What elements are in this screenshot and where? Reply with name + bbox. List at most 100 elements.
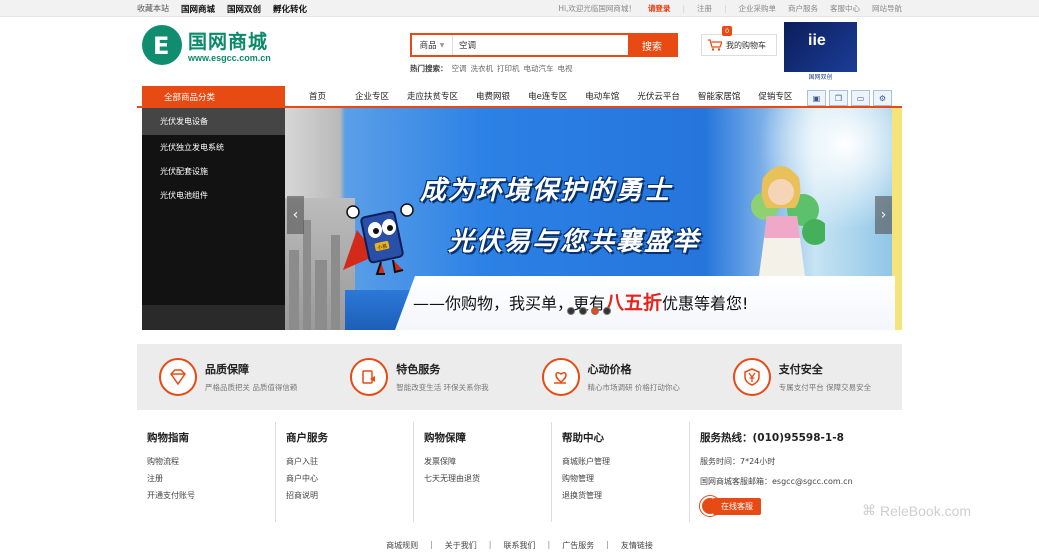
brand-caption: 国网双创	[784, 72, 857, 82]
mascot-image: 小易	[343, 203, 414, 275]
bottom-link[interactable]: 商城规则	[386, 540, 418, 551]
divider: |	[606, 540, 609, 549]
service-title: 品质保障	[205, 363, 249, 376]
footer-link[interactable]: 商户入驻	[286, 456, 413, 467]
banner-dot[interactable]	[579, 307, 587, 315]
footer-link[interactable]: 招商说明	[286, 490, 413, 501]
banner-headline-1: 成为环境保护的勇士	[420, 176, 673, 206]
hot-term[interactable]: 空调	[452, 63, 467, 74]
service-icon	[350, 358, 389, 396]
service-email: 国网商城客服邮箱：esgcc@sgcc.com.cn	[700, 477, 853, 486]
sidebar-item-pv-modules[interactable]: 光伏电池组件	[142, 183, 285, 207]
bottom-link[interactable]: 关于我们	[445, 540, 477, 551]
footer-link[interactable]: 注册	[147, 473, 275, 484]
heart-hand-icon	[541, 358, 580, 396]
promo-discount: 八五折	[605, 292, 663, 314]
footer-columns: 购物指南 购物流程 注册 开通支付账号 商户服务 商户入驻 商户中心 招商说明 …	[137, 422, 902, 522]
service-strip: 品质保障 严格品质把关 品质值得信赖 特色服务 智能改变生活 环保关系你我 心动…	[137, 344, 902, 410]
girl-with-balloons-image	[751, 166, 825, 276]
nav-item-enterprise[interactable]: 企业专区	[346, 90, 398, 102]
bottom-link[interactable]: 联系我们	[504, 540, 536, 551]
nav-item-smart-home[interactable]: 智能家居馆	[689, 90, 750, 102]
footer-link[interactable]: 退换货管理	[562, 490, 689, 501]
footer-link[interactable]: 商户中心	[286, 473, 413, 484]
top-bar-left: 收藏本站 国网商城 国网双创 孵化转化	[137, 3, 307, 15]
service-time: 服务时间：7*24小时	[700, 457, 776, 466]
hot-term[interactable]: 打印机	[497, 63, 520, 74]
banner-pagination	[567, 307, 611, 315]
cart-label: 我的购物车	[726, 40, 766, 50]
service-title: 心动价格	[587, 363, 632, 376]
search-category-select[interactable]: 商品 ▼	[412, 35, 453, 55]
banner-dot[interactable]	[567, 307, 575, 315]
main-nav: 全部商品分类 首页 企业专区 走应扶贫专区 电费网银 电e连专区 电动车馆 光伏…	[137, 86, 902, 108]
site-logo[interactable]: E 国网商城 www.esgcc.com.cn	[142, 25, 282, 67]
search-button[interactable]: 搜索	[628, 35, 676, 55]
register-link[interactable]: 注册	[697, 3, 712, 14]
sgcc-innovation-link[interactable]: 国网双创	[227, 3, 261, 15]
sidebar-item-pv-equipment[interactable]: 光伏发电设备	[142, 108, 285, 135]
service-desc: 精心市场调研 价格打动你心	[587, 383, 680, 392]
search-input[interactable]	[453, 35, 628, 55]
purchase-order-link[interactable]: 企业采购单	[739, 3, 777, 14]
nav-item-elink[interactable]: 电e连专区	[519, 90, 576, 102]
banner-dot[interactable]	[591, 307, 599, 315]
hot-term[interactable]: 洗衣机	[471, 63, 494, 74]
service-payment[interactable]: 支付安全 专属支付平台 保障交易安全	[711, 344, 902, 410]
hotline-title: 服务热线：(010)95598-1-8	[700, 432, 844, 444]
diamond-icon	[159, 358, 197, 396]
sidebar-item-pv-standalone[interactable]: 光伏独立发电系统	[142, 135, 285, 159]
divider: |	[488, 540, 492, 549]
screen-icon[interactable]: ▭	[851, 90, 870, 106]
footer-link[interactable]: 购物流程	[147, 456, 275, 467]
footer-col-help: 帮助中心 商城账户管理 购物管理 退换货管理	[551, 422, 689, 522]
innovation-brand-logo[interactable]: iie 国网双创	[784, 22, 857, 82]
hot-term[interactable]: 电视	[558, 63, 573, 74]
nav-item-home[interactable]: 首页	[285, 90, 346, 102]
nav-item-poverty[interactable]: 走应扶贫专区	[398, 90, 467, 102]
incubation-link[interactable]: 孵化转化	[273, 3, 307, 15]
nav-item-ev[interactable]: 电动车馆	[576, 90, 628, 102]
all-categories-button[interactable]: 全部商品分类	[142, 86, 285, 108]
footer-link[interactable]: 商城账户管理	[562, 456, 689, 467]
footer-link[interactable]: 购物管理	[562, 473, 689, 484]
sidebar-footer	[142, 305, 285, 330]
cart-count-badge: 0	[722, 26, 733, 36]
online-service-button[interactable]: 在线客服	[700, 496, 761, 516]
bottom-link[interactable]: 友情链接	[621, 540, 653, 551]
bottom-link[interactable]: 广告服务	[562, 540, 594, 551]
logo-mark-icon: E	[142, 25, 182, 65]
footer-link[interactable]: 开通支付账号	[147, 490, 275, 501]
banner-headline-2: 光伏易与您共襄盛举	[448, 227, 701, 257]
search-bar: 商品 ▼ 搜索	[410, 33, 678, 57]
cart-button[interactable]: 0 我的购物车	[701, 26, 777, 56]
hero-banner[interactable]: 小易 成为环境保护的勇士 光伏易与您共襄盛举 ——你购物，我买单，更有八五折优惠…	[285, 108, 902, 330]
settings-icon[interactable]: ⚙	[873, 90, 892, 106]
welcome-text: Hi,欢迎光临国网商城！	[558, 4, 636, 13]
sgcc-mall-link[interactable]: 国网商城	[181, 3, 215, 15]
save-icon[interactable]: ▣	[807, 90, 826, 106]
bookmark-link[interactable]: 收藏本站	[137, 3, 169, 14]
footer-link[interactable]: 发票保障	[424, 456, 551, 467]
merchant-service-link[interactable]: 商户服务	[788, 3, 818, 14]
service-price[interactable]: 心动价格 精心市场调研 价格打动你心	[520, 344, 711, 410]
nav-item-promotion[interactable]: 促销专区	[749, 90, 801, 102]
nav-item-solar-cloud[interactable]: 光伏云平台	[628, 90, 689, 102]
sidebar-item-pv-accessories[interactable]: 光伏配套设施	[142, 159, 285, 183]
banner-prev-arrow[interactable]: ‹	[287, 196, 304, 234]
top-bar: 收藏本站 国网商城 国网双创 孵化转化 Hi,欢迎光临国网商城！ 请登录 | 注…	[0, 0, 1039, 17]
footer-col-title: 购物指南	[147, 432, 189, 444]
hot-term[interactable]: 电动汽车	[524, 63, 554, 74]
footer-link[interactable]: 七天无理由退货	[424, 473, 551, 484]
login-link[interactable]: 请登录	[648, 3, 671, 14]
copy-icon[interactable]: ❐	[829, 90, 848, 106]
cart-icon	[708, 39, 722, 51]
service-quality[interactable]: 品质保障 严格品质把关 品质值得信赖	[137, 344, 328, 410]
banner-dot[interactable]	[603, 307, 611, 315]
customer-center-link[interactable]: 客服中心	[830, 3, 860, 14]
service-title: 特色服务	[396, 363, 441, 376]
site-nav-link[interactable]: 网站导航	[872, 3, 902, 14]
banner-next-arrow[interactable]: ›	[875, 196, 892, 234]
service-special[interactable]: 特色服务 智能改变生活 环保关系你我	[328, 344, 519, 410]
nav-item-ebank[interactable]: 电费网银	[467, 90, 519, 102]
